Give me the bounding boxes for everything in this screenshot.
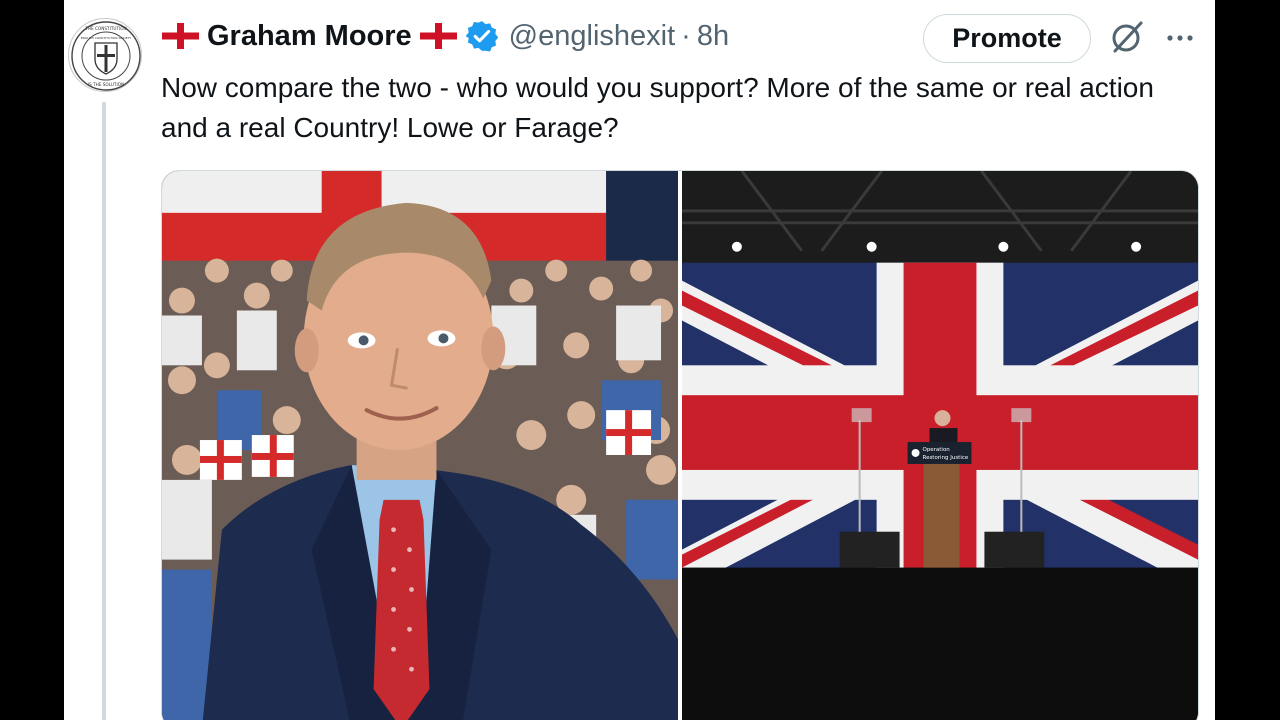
promote-button[interactable]: Promote	[923, 14, 1091, 63]
verified-badge-icon[interactable]	[465, 19, 499, 53]
avatar[interactable]: THE CONSTITUTION ENGLISH CONSTITUTION SO…	[68, 18, 142, 92]
author-handle[interactable]: @englishexit	[509, 20, 675, 53]
tweet-timestamp[interactable]: 8h	[697, 20, 729, 53]
avatar-logo-text-top: THE CONSTITUTION	[84, 26, 126, 31]
grok-icon[interactable]	[1108, 18, 1146, 56]
avatar-logo-text-middle: ENGLISH CONSTITUTION SOCIETY	[81, 36, 132, 40]
tweet-text: Now compare the two - who would you supp…	[161, 72, 1154, 143]
society-logo-icon: THE CONSTITUTION ENGLISH CONSTITUTION SO…	[71, 21, 141, 91]
podium-sign-line1: Operation	[923, 447, 950, 453]
tweet-card: THE CONSTITUTION ENGLISH CONSTITUTION SO…	[64, 0, 1215, 720]
media-photo-left[interactable]	[162, 171, 678, 720]
separator-dot: ·	[681, 19, 691, 52]
thread-line	[102, 102, 106, 720]
england-flag-icon	[419, 23, 457, 49]
author-display-name[interactable]: Graham Moore	[207, 20, 412, 53]
podium-sign-line2: Restoring Justice	[923, 455, 969, 461]
avatar-logo-text-bottom: IS THE SOLUTION	[88, 82, 124, 87]
podium-photo-illustration: Operation Restoring Justice	[682, 171, 1198, 720]
tweet-header: Graham Moore @englishexit · 8h	[162, 14, 729, 58]
tweet-media-grid: Operation Restoring Justice	[161, 170, 1199, 720]
england-flag-icon	[162, 23, 199, 49]
portrait-photo-illustration	[162, 171, 678, 720]
more-options-icon[interactable]	[1164, 22, 1196, 54]
media-photo-right[interactable]: Operation Restoring Justice	[682, 171, 1198, 720]
